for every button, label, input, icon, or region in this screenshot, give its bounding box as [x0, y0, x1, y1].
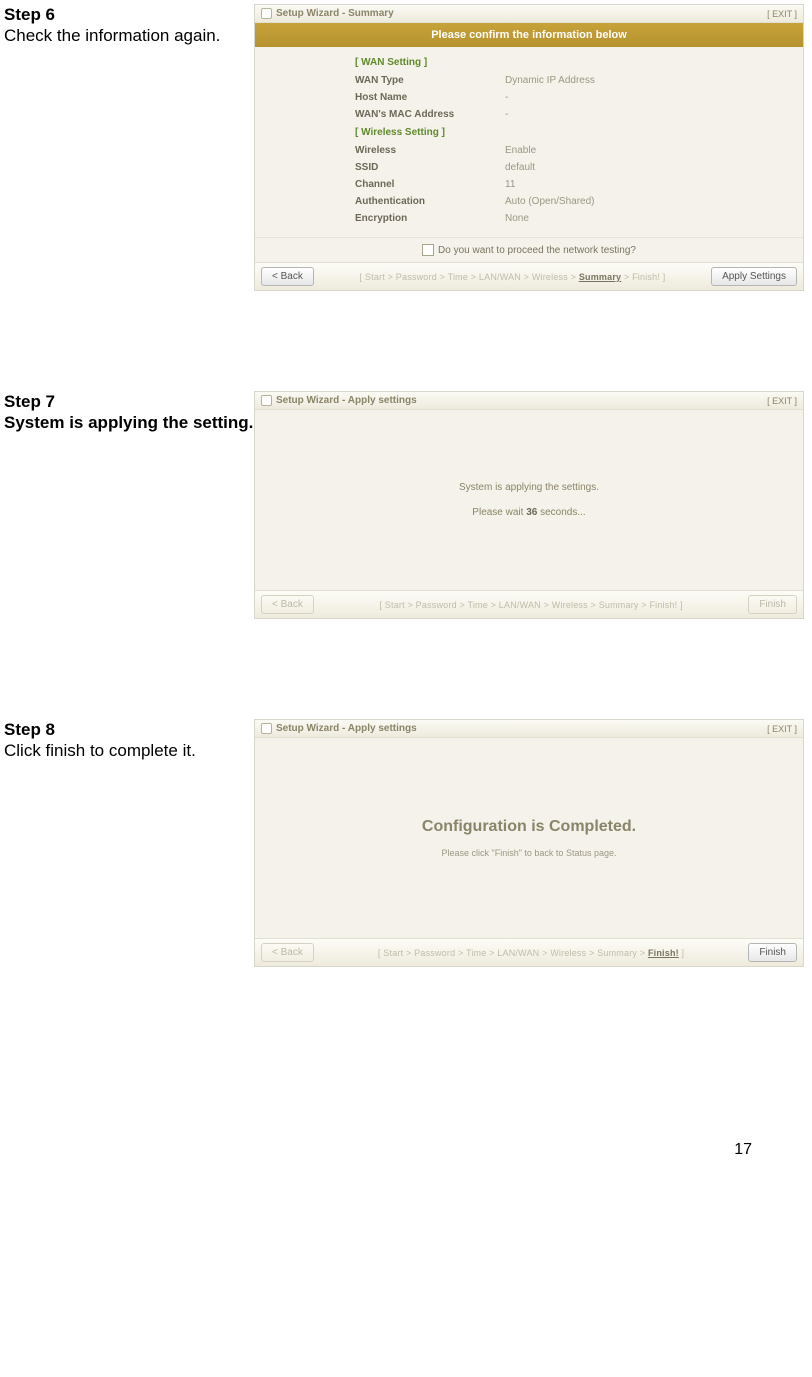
window-titlebar: Setup Wizard - Apply settings [ EXIT ] — [255, 392, 803, 410]
apply-settings-button[interactable]: Apply Settings — [711, 267, 797, 286]
back-button[interactable]: < Back — [261, 267, 314, 286]
step-8-desc: Click finish to complete it. — [4, 741, 196, 760]
window-titlebar: Setup Wizard - Summary [ EXIT ] — [255, 5, 803, 23]
step-6-row: Step 6 Check the information again. Setu… — [4, 4, 804, 291]
v: 11 — [505, 179, 515, 190]
step-8-title: Step 8 — [4, 720, 55, 739]
proceed-row: Do you want to proceed the network testi… — [255, 237, 803, 262]
step-6-title: Step 6 — [4, 5, 55, 24]
window-icon — [261, 8, 272, 19]
kv-wan-type: WAN TypeDynamic IP Address — [355, 72, 793, 89]
breadcrumb: [ Start > Password > Time > LAN/WAN > Wi… — [378, 948, 684, 958]
v: default — [505, 162, 535, 173]
kv-auth: AuthenticationAuto (Open/Shared) — [355, 193, 793, 210]
completed-subtitle: Please click "Finish" to back to Status … — [442, 848, 617, 858]
breadcrumb: [ Start > Password > Time > LAN/WAN > Wi… — [379, 600, 682, 610]
step-7-screenshot: Setup Wizard - Apply settings [ EXIT ] S… — [254, 391, 804, 619]
window-title: Setup Wizard - Summary — [276, 8, 394, 19]
window-icon — [261, 723, 272, 734]
v: Auto (Open/Shared) — [505, 196, 595, 207]
kv-encryption: EncryptionNone — [355, 210, 793, 227]
exit-button[interactable]: [ EXIT ] — [767, 396, 797, 406]
step-7-row: Step 7 System is applying the setting. S… — [4, 391, 804, 619]
titlebar-left: Setup Wizard - Apply settings — [261, 723, 417, 734]
wait-post: seconds... — [537, 507, 585, 518]
wireless-section-header: [ Wireless Setting ] — [355, 127, 793, 138]
completed-message: Configuration is Completed. Please click… — [255, 738, 803, 938]
applying-line1: System is applying the settings. — [459, 482, 599, 493]
applying-message: System is applying the settings. Please … — [255, 410, 803, 590]
window-body: Please confirm the information below [ W… — [255, 23, 803, 262]
kv-wireless: WirelessEnable — [355, 142, 793, 159]
step-8-row: Step 8 Click finish to complete it. Setu… — [4, 719, 804, 967]
confirm-banner: Please confirm the information below — [255, 23, 803, 47]
exit-button[interactable]: [ EXIT ] — [767, 9, 797, 19]
crumbs-pre: [ Start > Password > Time > LAN/WAN > Wi… — [378, 948, 648, 958]
window-icon — [261, 395, 272, 406]
finish-button[interactable]: Finish — [748, 943, 797, 962]
proceed-label: Do you want to proceed the network testi… — [438, 245, 636, 256]
kv-ssid: SSIDdefault — [355, 159, 793, 176]
exit-button[interactable]: [ EXIT ] — [767, 724, 797, 734]
window-body: Configuration is Completed. Please click… — [255, 738, 803, 938]
k: Wireless — [355, 145, 505, 156]
k: Channel — [355, 179, 505, 190]
wait-pre: Please wait — [472, 507, 526, 518]
window-footer: < Back [ Start > Password > Time > LAN/W… — [255, 262, 803, 290]
kv-host-name: Host Name- — [355, 89, 793, 106]
window-body: System is applying the settings. Please … — [255, 410, 803, 590]
step-8-text: Step 8 Click finish to complete it. — [4, 719, 254, 762]
step-7-text: Step 7 System is applying the setting. — [4, 391, 254, 434]
window-footer: < Back [ Start > Password > Time > LAN/W… — [255, 590, 803, 618]
v: Enable — [505, 145, 536, 156]
crumbs-pre: [ Start > Password > Time > LAN/WAN > Wi… — [360, 272, 579, 282]
back-button-disabled: < Back — [261, 595, 314, 614]
step-6-screenshot: Setup Wizard - Summary [ EXIT ] Please c… — [254, 4, 804, 291]
window-title: Setup Wizard - Apply settings — [276, 395, 417, 406]
k: WAN's MAC Address — [355, 109, 505, 120]
window-footer: < Back [ Start > Password > Time > LAN/W… — [255, 938, 803, 966]
k: Host Name — [355, 92, 505, 103]
step-6-desc: Check the information again. — [4, 26, 220, 45]
step-7-desc: System is applying the setting. — [4, 413, 253, 432]
step-6-text: Step 6 Check the information again. — [4, 4, 254, 47]
kv-channel: Channel11 — [355, 176, 793, 193]
v: - — [505, 92, 508, 103]
step-7-title: Step 7 — [4, 392, 55, 411]
window-title: Setup Wizard - Apply settings — [276, 723, 417, 734]
applying-line2: Please wait 36 seconds... — [472, 507, 585, 518]
breadcrumb: [ Start > Password > Time > LAN/WAN > Wi… — [360, 272, 666, 282]
crumbs-post: > Finish! ] — [621, 272, 665, 282]
v: Dynamic IP Address — [505, 75, 595, 86]
window-titlebar: Setup Wizard - Apply settings [ EXIT ] — [255, 720, 803, 738]
k: SSID — [355, 162, 505, 173]
summary-fields: [ WAN Setting ] WAN TypeDynamic IP Addre… — [255, 47, 803, 237]
kv-mac: WAN's MAC Address- — [355, 106, 793, 123]
k: Authentication — [355, 196, 505, 207]
k: WAN Type — [355, 75, 505, 86]
finish-button-disabled: Finish — [748, 595, 797, 614]
titlebar-left: Setup Wizard - Summary — [261, 8, 394, 19]
titlebar-left: Setup Wizard - Apply settings — [261, 395, 417, 406]
page-number: 17 — [734, 1141, 752, 1159]
wan-section-header: [ WAN Setting ] — [355, 57, 793, 68]
v: - — [505, 109, 508, 120]
back-button-disabled: < Back — [261, 943, 314, 962]
step-8-screenshot: Setup Wizard - Apply settings [ EXIT ] C… — [254, 719, 804, 967]
completed-title: Configuration is Completed. — [422, 818, 636, 836]
crumbs-current: Summary — [579, 272, 621, 282]
k: Encryption — [355, 213, 505, 224]
crumbs-post: ] — [679, 948, 684, 958]
wait-seconds: 36 — [526, 507, 537, 518]
proceed-checkbox[interactable] — [422, 244, 434, 256]
document-page: Step 6 Check the information again. Setu… — [0, 0, 812, 1167]
v: None — [505, 213, 529, 224]
crumbs-current: Finish! — [648, 948, 679, 958]
